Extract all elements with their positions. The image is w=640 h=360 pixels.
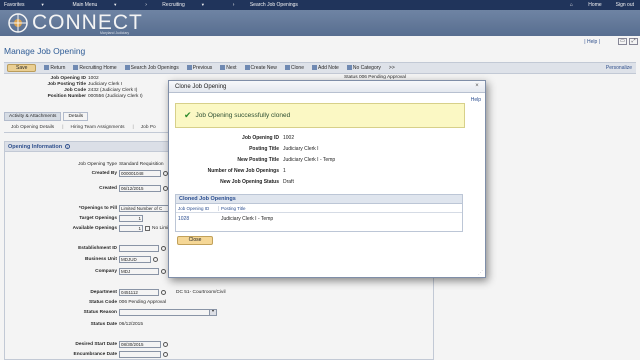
success-text: Job Opening successfully cloned <box>195 112 291 119</box>
dialog-new-posting-title-label: New Posting Title <box>237 157 279 163</box>
dialog-new-openings-count-value: 1 <box>283 168 286 174</box>
checkmark-icon: ✔ <box>184 110 192 120</box>
dialog-title-bar: Clone Job Opening × <box>169 81 485 93</box>
dialog-new-status-value: Draft <box>283 179 294 185</box>
cloned-job-openings-grid: Cloned Job Openings Job Opening ID Posti… <box>175 194 463 232</box>
close-button[interactable]: Close <box>177 236 213 245</box>
cloned-posting-title: Judiciary Clerk I - Temp <box>221 216 274 222</box>
success-message: ✔ Job Opening successfully cloned <box>175 103 465 128</box>
dialog-help-link[interactable]: Help <box>471 97 481 103</box>
column-header-posting-title[interactable]: Posting Title <box>219 206 246 211</box>
grid-header-row: Job Opening ID Posting Title <box>176 204 462 213</box>
dialog-title: Clone Job Opening <box>175 83 227 90</box>
grid-title: Cloned Job Openings <box>176 195 462 204</box>
close-icon[interactable]: × <box>474 83 480 90</box>
dialog-new-openings-count-label: Number of New Job Openings <box>207 168 279 174</box>
cloned-job-opening-id-link[interactable]: 1028 <box>176 216 219 222</box>
dialog-new-posting-title-value: Judiciary Clerk I - Temp <box>283 157 336 163</box>
dialog-new-status-label: New Job Opening Status <box>220 179 279 185</box>
dialog-job-opening-id-value: 1002 <box>283 135 295 141</box>
table-row: 1028 Judiciary Clerk I - Temp <box>176 213 462 225</box>
column-header-job-opening-id[interactable]: Job Opening ID <box>176 205 219 211</box>
resize-handle-icon[interactable]: ⋰ <box>478 270 484 276</box>
clone-job-opening-dialog: Clone Job Opening × Help ✔ Job Opening s… <box>168 80 486 278</box>
dialog-posting-title-value: Judiciary Clerk I <box>283 146 319 152</box>
dialog-job-opening-id-label: Job Opening ID <box>242 135 279 141</box>
dialog-posting-title-label: Posting Title <box>249 146 279 152</box>
